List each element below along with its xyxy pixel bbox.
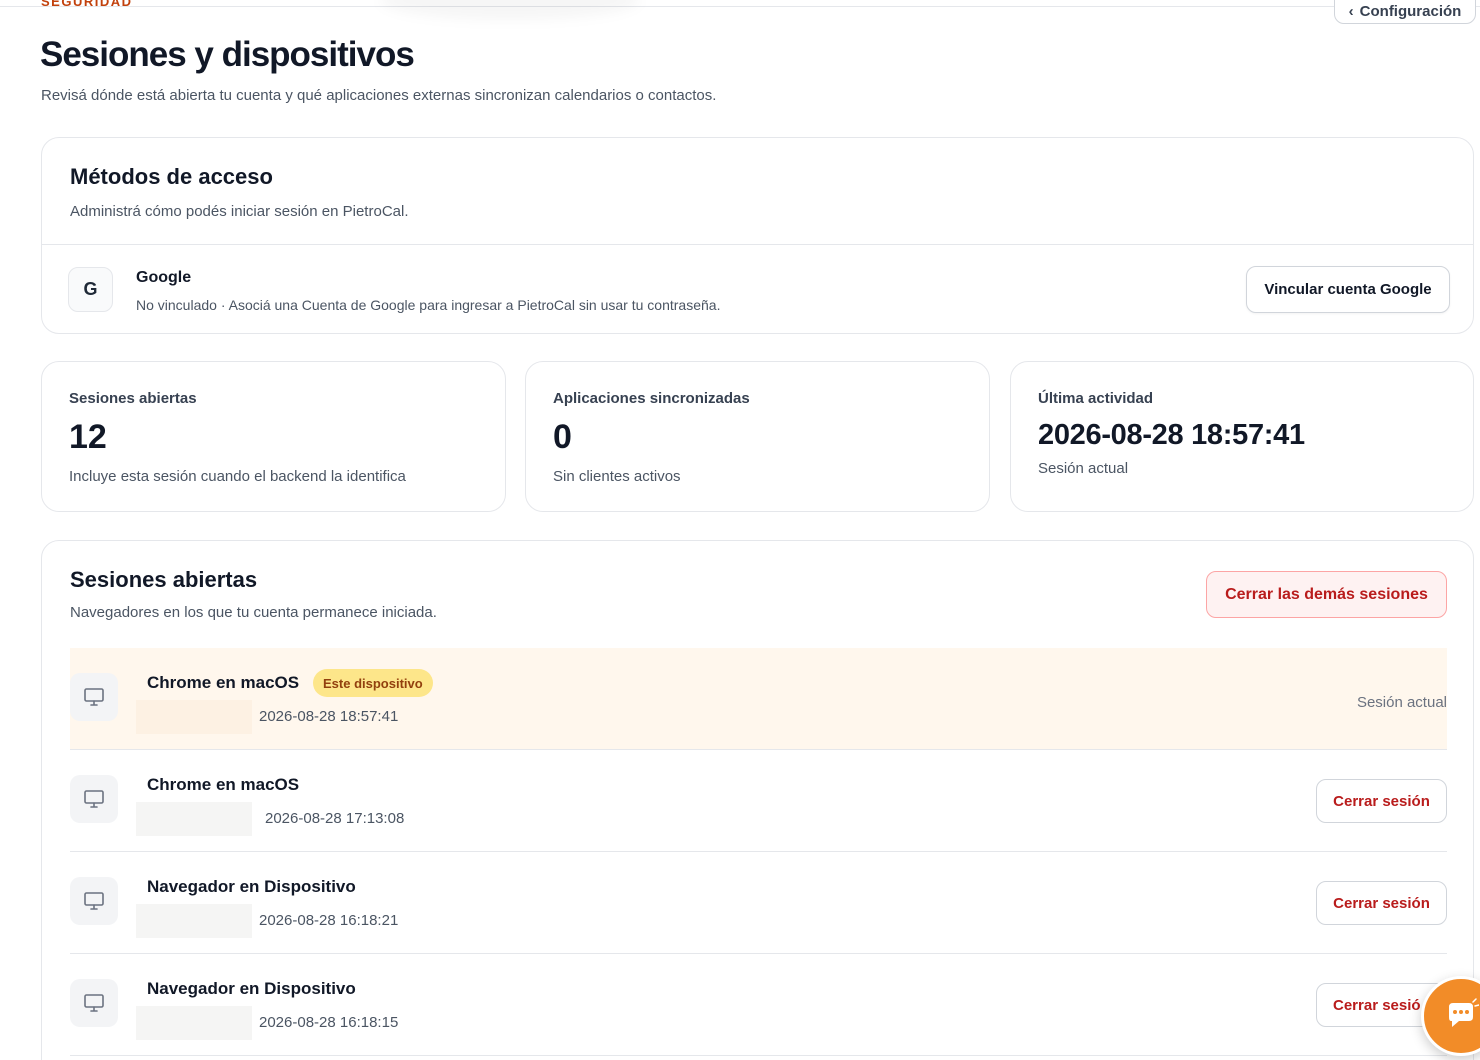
section-label: SEGURIDAD — [41, 0, 133, 9]
redacted-location — [136, 904, 252, 938]
close-other-sessions-button[interactable]: Cerrar las demás sesiones — [1206, 571, 1447, 618]
stat-value: 2026-08-28 18:57:41 — [1038, 419, 1305, 451]
stat-note: Sin clientes activos — [553, 468, 681, 485]
session-name: Chrome en macOS — [147, 775, 300, 794]
session-row: Chrome en macOS Este dispositivo 2026-08… — [70, 648, 1447, 750]
monitor-icon — [70, 877, 118, 925]
open-sessions-card: Sesiones abiertas Navegadores en los que… — [41, 540, 1474, 1060]
session-time: 2026-08-28 18:57:41 — [259, 708, 399, 725]
sessions-title: Sesiones abiertas — [70, 567, 258, 592]
session-time: 2026-08-28 16:18:15 — [259, 1014, 399, 1031]
monitor-icon — [70, 673, 118, 721]
back-to-configuration-button[interactable]: ‹ Configuración — [1334, 0, 1476, 24]
provider-name: Google — [136, 269, 192, 286]
close-session-button[interactable]: Cerrar sesión — [1316, 779, 1447, 823]
session-name: Navegador en Dispositivo — [147, 877, 356, 896]
session-time: 2026-08-28 16:18:21 — [259, 912, 399, 929]
current-device-badge: Este dispositivo — [313, 669, 433, 697]
link-google-button[interactable]: Vincular cuenta Google — [1246, 266, 1450, 313]
access-methods-description: Administrá cómo podés iniciar sesión en … — [70, 203, 409, 220]
session-row: Navegador en Dispositivo 2026-08-28 16:1… — [70, 954, 1447, 1056]
redacted-location — [136, 700, 252, 734]
chevron-left-icon: ‹ — [1348, 2, 1354, 20]
session-row: Navegador en Dispositivo 2026-08-28 16:1… — [70, 852, 1447, 954]
monitor-icon — [70, 979, 118, 1027]
chat-bubble-icon — [1449, 998, 1479, 1027]
access-methods-card: Métodos de acceso Administrá cómo podés … — [41, 137, 1474, 334]
stat-value: 12 — [69, 418, 107, 456]
close-session-button[interactable]: Cerrar sesión — [1316, 881, 1447, 925]
card-divider — [42, 244, 1473, 245]
sessions-description: Navegadores en los que tu cuenta permane… — [70, 604, 437, 621]
stat-note: Sesión actual — [1038, 460, 1129, 477]
redacted-location — [136, 802, 252, 836]
stat-label: Aplicaciones sincronizadas — [553, 390, 750, 407]
current-session-label: Sesión actual — [1356, 694, 1447, 711]
page-subtitle: Revisá dónde está abierta tu cuenta y qu… — [41, 87, 717, 104]
stat-label: Última actividad — [1038, 390, 1154, 407]
monitor-icon — [70, 775, 118, 823]
google-icon: G — [68, 267, 113, 312]
stat-value: 0 — [553, 418, 572, 456]
session-row: Chrome en macOS 2026-08-28 17:13:08 Cerr… — [70, 750, 1447, 852]
stat-note: Incluye esta sesión cuando el backend la… — [69, 468, 406, 485]
provider-status: No vinculado · Asociá una Cuenta de Goog… — [136, 297, 721, 313]
stat-card-synced-apps: Aplicaciones sincronizadas 0 Sin cliente… — [525, 361, 990, 512]
stat-label: Sesiones abiertas — [69, 390, 197, 407]
session-time: 2026-08-28 17:13:08 — [265, 810, 405, 827]
session-name: Chrome en macOS — [147, 673, 300, 692]
top-shadow — [380, 0, 640, 20]
redacted-location — [136, 1006, 252, 1040]
config-button-label: Configuración — [1359, 2, 1462, 20]
page-title: Sesiones y dispositivos — [40, 35, 415, 74]
top-divider — [0, 6, 1480, 7]
access-methods-title: Métodos de acceso — [70, 164, 273, 189]
session-name: Navegador en Dispositivo — [147, 979, 356, 998]
stat-card-open-sessions: Sesiones abiertas 12 Incluye esta sesión… — [41, 361, 506, 512]
stat-card-last-activity: Última actividad 2026-08-28 18:57:41 Ses… — [1010, 361, 1474, 512]
